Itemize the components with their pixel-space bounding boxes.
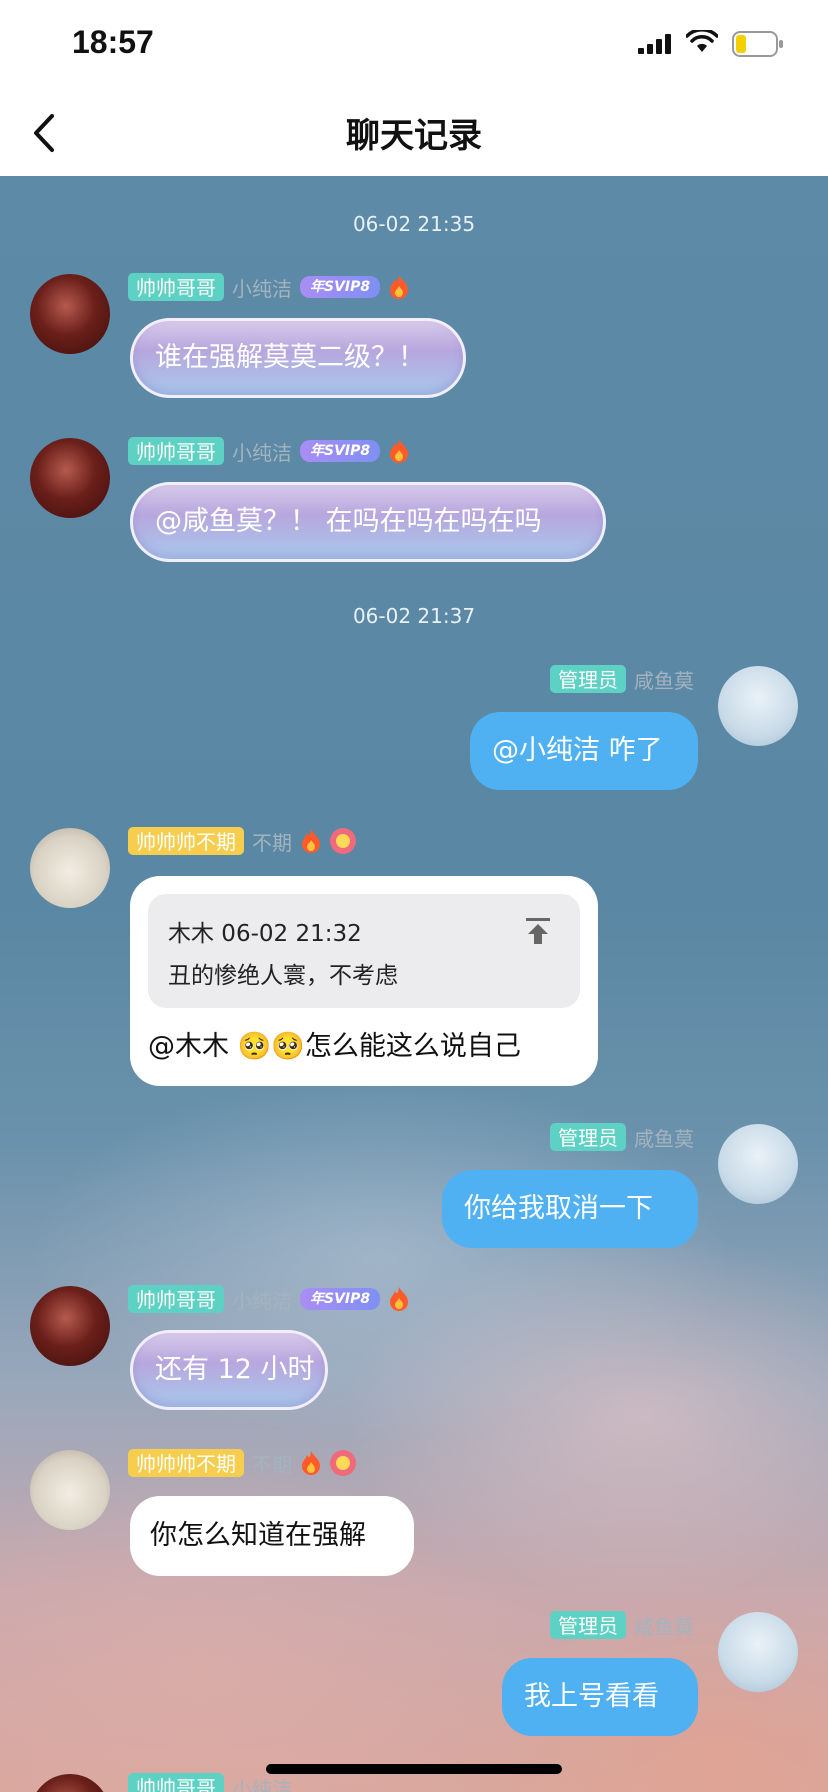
message-timestamp: 06-02 21:35 (352, 212, 476, 236)
vip-badge: 年SVIP8 (300, 440, 381, 462)
sub-name: 咸鱼莫 (634, 668, 694, 693)
sender-row: 帅帅哥哥 小纯洁 年SVIP8 (128, 436, 410, 466)
avatar[interactable] (30, 828, 110, 908)
signal-icon (638, 34, 671, 54)
sub-name: 小纯洁 (232, 1288, 292, 1313)
avatar[interactable] (30, 1450, 110, 1530)
wifi-icon (686, 30, 718, 52)
flame-icon (302, 829, 320, 853)
flame-icon (390, 1287, 409, 1311)
sub-name: 咸鱼莫 (634, 1614, 694, 1639)
sender-row: 帅帅哥哥 小纯洁 年SVIP8 (128, 1284, 410, 1314)
avatar[interactable] (718, 1124, 798, 1204)
admin-tag: 管理员 (550, 1123, 626, 1151)
avatar[interactable] (718, 666, 798, 746)
flame-icon (390, 275, 409, 299)
message-bubble[interactable]: 你给我取消一下 (442, 1170, 698, 1248)
quote-text: 丑的惨绝人寰，不考虑 (168, 963, 398, 989)
battery-icon (732, 31, 783, 57)
sender-row: 帅帅哥哥 小纯洁 年SVIP8 (128, 272, 410, 302)
status-time: 18:57 (72, 24, 154, 60)
flower-icon (330, 828, 356, 854)
reply-text: @木木 🥺🥺怎么能这么说自己 (148, 1031, 521, 1062)
message-bubble[interactable]: 木木 06-02 21:32 丑的惨绝人寰，不考虑 @木木 🥺🥺怎么能这么说自己 (130, 876, 598, 1086)
message-bubble[interactable]: 还有 12 小时 (130, 1330, 328, 1410)
user-tag: 帅帅哥哥 (128, 1773, 224, 1792)
user-tag: 帅帅哥哥 (128, 1285, 224, 1313)
sub-name: 小纯洁 (232, 440, 292, 465)
sender-row: 管理员 咸鱼莫 (550, 1122, 694, 1152)
chat-history[interactable]: 06-02 21:35 帅帅哥哥 小纯洁 年SVIP8 谁在强解莫莫二级？！ 帅… (0, 176, 828, 1792)
vip-badge: 年SVIP8 (300, 1288, 381, 1310)
message-timestamp: 06-02 21:37 (352, 604, 476, 628)
sub-name: 小纯洁 (232, 276, 292, 301)
flame-icon (390, 439, 409, 463)
message-bubble[interactable]: 谁在强解莫莫二级？！ (130, 318, 466, 398)
sender-row: 帅帅帅不期 不期 (128, 826, 356, 856)
avatar[interactable] (30, 438, 110, 518)
sub-name: 小纯洁 (232, 1776, 292, 1792)
jump-to-top-icon[interactable] (524, 916, 552, 946)
message-bubble[interactable]: 我上号看看 (502, 1658, 698, 1736)
status-bar: 18:57 (0, 0, 828, 90)
home-indicator[interactable] (266, 1764, 562, 1774)
nav-bar: 聊天记录 (0, 90, 828, 176)
sub-name: 不期 (252, 830, 292, 855)
user-tag: 帅帅帅不期 (128, 1449, 244, 1477)
vip-badge: 年SVIP8 (300, 276, 381, 298)
admin-tag: 管理员 (550, 1611, 626, 1639)
sender-row: 帅帅帅不期 不期 (128, 1448, 356, 1478)
sub-name: 咸鱼莫 (634, 1126, 694, 1151)
user-tag: 帅帅帅不期 (128, 827, 244, 855)
avatar[interactable] (718, 1612, 798, 1692)
user-tag: 帅帅哥哥 (128, 273, 224, 301)
message-bubble[interactable]: @咸鱼莫？！ 在吗在吗在吗在吗 (130, 482, 606, 562)
flame-icon (302, 1451, 320, 1475)
avatar[interactable] (30, 1774, 110, 1792)
admin-tag: 管理员 (550, 665, 626, 693)
sender-row: 帅帅哥哥 小纯洁 (128, 1772, 292, 1792)
sub-name: 不期 (252, 1452, 292, 1477)
message-bubble[interactable]: 你怎么知道在强解 (130, 1496, 414, 1576)
avatar[interactable] (30, 1286, 110, 1366)
sender-row: 管理员 咸鱼莫 (550, 664, 694, 694)
quoted-message[interactable]: 木木 06-02 21:32 丑的惨绝人寰，不考虑 (148, 894, 580, 1008)
avatar[interactable] (30, 274, 110, 354)
flower-icon (330, 1450, 356, 1476)
message-bubble[interactable]: @小纯洁 咋了 (470, 712, 698, 790)
page-title: 聊天记录 (346, 117, 482, 155)
user-tag: 帅帅哥哥 (128, 437, 224, 465)
sender-row: 管理员 咸鱼莫 (550, 1610, 694, 1640)
quote-author-time: 木木 06-02 21:32 (168, 921, 362, 947)
